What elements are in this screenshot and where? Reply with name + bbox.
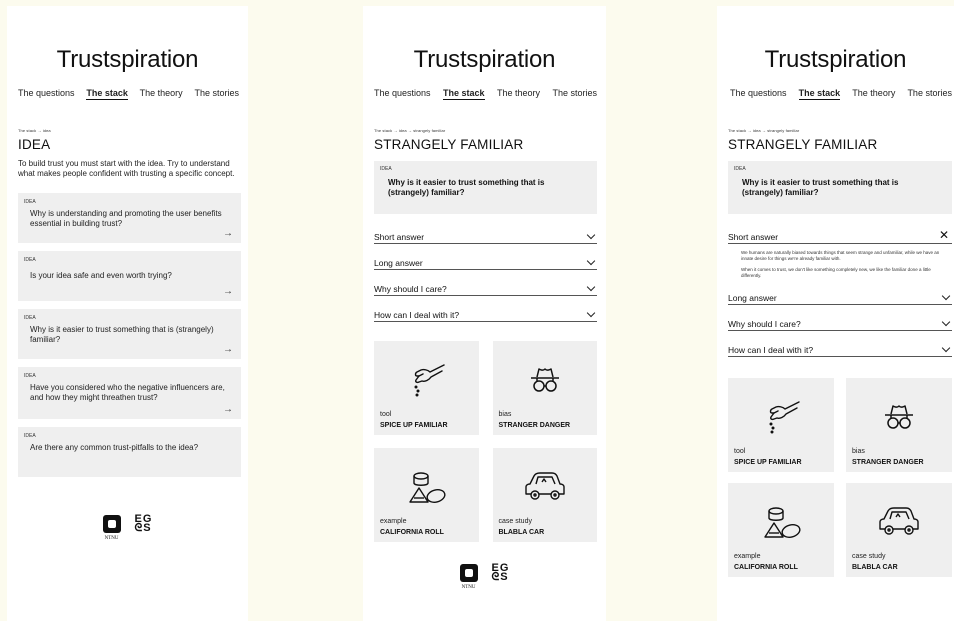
nav-stories[interactable]: The stories	[907, 88, 952, 100]
nav-stack[interactable]: The stack	[443, 88, 485, 100]
accordion-how-deal[interactable]: How can I deal with it?	[374, 296, 597, 322]
egos-logo: EG ᘓS	[491, 562, 510, 583]
nav-stack[interactable]: The stack	[86, 88, 128, 100]
question-card[interactable]: IDEA Is your idea safe and even worth tr…	[18, 251, 241, 301]
question-text: Why is it easier to trust something that…	[742, 178, 899, 197]
main-nav: The questions The stack The theory The s…	[363, 88, 606, 100]
nav-stack[interactable]: The stack	[798, 88, 841, 100]
app-title: Trustspiration	[413, 46, 556, 73]
tile-tool[interactable]: tool SPICE UP FAMILIAR	[728, 378, 834, 472]
tile-grid: tool SPICE UP FAMILIAR bias STRANGER DANGE…	[374, 341, 597, 542]
chevron-down-icon	[941, 317, 951, 326]
question-box: IDEA Why is it easier to trust something…	[728, 161, 952, 214]
egos-logo: EG ᘓS	[134, 513, 153, 534]
question-tag: IDEA	[380, 166, 392, 172]
screen-idea-list: Trustspiration The questions The stack T…	[7, 6, 248, 621]
question-card[interactable]: IDEA Why is understanding and promoting …	[18, 193, 241, 243]
arrow-right-icon: →	[223, 228, 233, 239]
page-title: STRANGELY FAMILIAR	[728, 137, 878, 152]
card-tag: IDEA	[24, 433, 36, 439]
ntnu-logo: NTNU	[459, 564, 478, 590]
tile-example[interactable]: example CALIFORNIA ROLL	[728, 483, 834, 577]
accordion-long-answer[interactable]: Long answer	[728, 279, 952, 305]
page-title: STRANGELY FAMILIAR	[374, 137, 524, 152]
close-icon[interactable]: ✕	[939, 228, 949, 242]
tile-example[interactable]: example CALIFORNIA ROLL	[374, 448, 479, 542]
app-title: Trustspiration	[764, 46, 907, 73]
tile-case-study[interactable]: case study BLABLA CAR	[846, 483, 952, 577]
accordion-why-care[interactable]: Why should I care?	[728, 305, 952, 331]
short-answer-body: We humans are naturally biased towards t…	[741, 250, 940, 278]
question-box: IDEA Why is it easier to trust something…	[374, 161, 597, 214]
accordion-long-answer[interactable]: Long answer	[374, 244, 597, 270]
accordion-how-deal[interactable]: How can I deal with it?	[728, 331, 952, 357]
card-question: Are there any common trust-pitfalls to t…	[30, 443, 199, 452]
footer-logos: NTNU EG ᘓS	[7, 513, 248, 541]
app-title: Trustspiration	[56, 46, 199, 73]
page-title: IDEA	[18, 137, 51, 152]
card-question: Is your idea safe and even worth trying?	[30, 271, 172, 280]
card-tag: IDEA	[24, 257, 36, 263]
nav-questions[interactable]: The questions	[374, 88, 431, 100]
card-question: Why is understanding and promoting the u…	[30, 209, 222, 228]
accordion-short-answer[interactable]: Short answer	[374, 218, 597, 244]
question-card[interactable]: IDEA Have you considered who the negativ…	[18, 367, 241, 419]
question-card[interactable]: IDEA Are there any common trust-pitfalls…	[18, 427, 241, 477]
chevron-down-icon	[586, 230, 596, 239]
card-tag: IDEA	[24, 373, 36, 379]
chevron-down-icon	[586, 282, 596, 291]
card-question: Why is it easier to trust something that…	[30, 325, 214, 344]
nav-stories[interactable]: The stories	[194, 88, 239, 100]
chevron-down-icon	[586, 256, 596, 265]
arrow-right-icon: →	[223, 404, 233, 415]
breadcrumb[interactable]: The stack → idea → strangely familiar	[728, 128, 954, 133]
question-tag: IDEA	[734, 166, 746, 172]
nav-stories[interactable]: The stories	[552, 88, 597, 100]
card-tag: IDEA	[24, 199, 36, 205]
main-nav: The questions The stack The theory The s…	[7, 88, 248, 100]
nav-questions[interactable]: The questions	[730, 88, 787, 100]
footer-logos: NTNU EG ᘓS	[363, 562, 606, 590]
intro-text: To build trust you must start with the i…	[18, 159, 235, 178]
accordion-short-answer[interactable]: Short answer ✕	[728, 218, 952, 244]
ntnu-logo: NTNU	[102, 515, 121, 541]
arrow-right-icon: →	[223, 286, 233, 297]
nav-questions[interactable]: The questions	[18, 88, 75, 100]
nav-theory[interactable]: The theory	[497, 88, 540, 100]
breadcrumb[interactable]: The stack → idea → strangely familiar	[374, 128, 606, 133]
chevron-down-icon	[941, 291, 951, 300]
nav-theory[interactable]: The theory	[852, 88, 895, 100]
tile-bias[interactable]: bias STRANGER DANGER	[846, 378, 952, 472]
arrow-right-icon: →	[223, 344, 233, 355]
chevron-down-icon	[586, 308, 596, 317]
screen-detail-collapsed: Trustspiration The questions The stack T…	[363, 6, 606, 621]
tile-bias[interactable]: bias STRANGER DANGER	[492, 341, 597, 435]
card-tag: IDEA	[24, 315, 36, 321]
nav-theory[interactable]: The theory	[140, 88, 183, 100]
tile-tool[interactable]: tool SPICE UP FAMILIAR	[374, 341, 479, 435]
breadcrumb[interactable]: The stack → idea	[18, 128, 248, 133]
accordion-why-care[interactable]: Why should I care?	[374, 270, 597, 296]
screen-detail-expanded: Trustspiration The questions The stack T…	[717, 6, 954, 621]
tile-grid: tool SPICE UP FAMILIAR bias STRANGER DANGE…	[728, 378, 952, 577]
main-nav: The questions The stack The theory The s…	[717, 88, 954, 100]
card-question: Have you considered who the negative inf…	[30, 383, 225, 402]
chevron-down-icon	[941, 343, 951, 352]
question-text: Why is it easier to trust something that…	[388, 178, 545, 197]
question-card[interactable]: IDEA Why is it easier to trust something…	[18, 309, 241, 359]
tile-case-study[interactable]: case study BLABLA CAR	[492, 448, 597, 542]
